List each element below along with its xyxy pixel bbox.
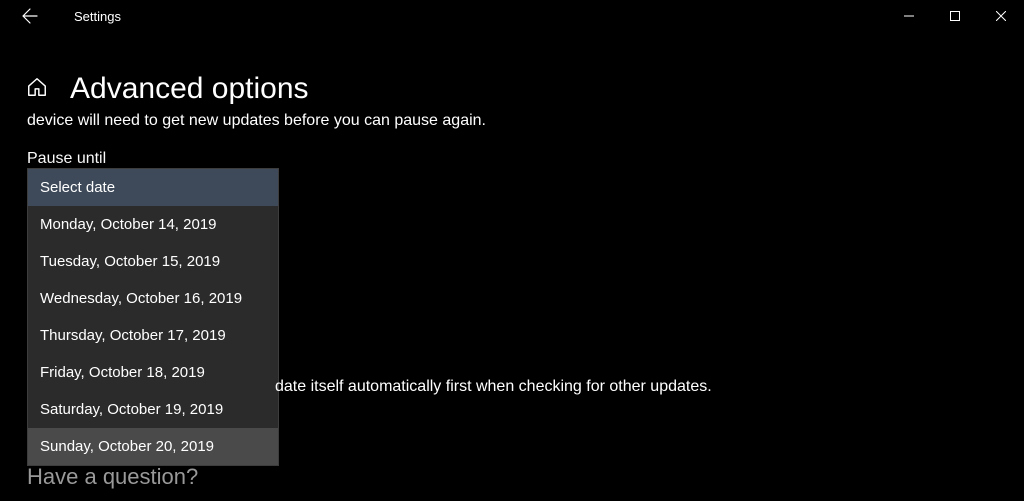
maximize-button[interactable] [932,0,978,32]
app-title: Settings [74,9,121,24]
page-header: Advanced options [26,72,1024,106]
pause-date-dropdown[interactable]: Select dateMonday, October 14, 2019Tuesd… [27,168,279,466]
back-button[interactable] [14,0,46,32]
minimize-icon [904,11,914,21]
close-button[interactable] [978,0,1024,32]
dropdown-item[interactable]: Wednesday, October 16, 2019 [28,280,278,317]
page-title: Advanced options [70,72,309,106]
maximize-icon [950,11,960,21]
window-controls [886,0,1024,32]
titlebar: Settings [0,0,1024,32]
pause-until-label: Pause until [27,150,1024,168]
dropdown-item[interactable]: Sunday, October 20, 2019 [28,428,278,465]
device-pause-text: device will need to get new updates befo… [27,112,1024,130]
dropdown-item[interactable]: Tuesday, October 15, 2019 [28,243,278,280]
dropdown-item[interactable]: Select date [28,169,278,206]
question-heading: Have a question? [27,464,198,490]
dropdown-item[interactable]: Saturday, October 19, 2019 [28,391,278,428]
auto-update-text-partial: date itself automatically first when che… [275,378,712,396]
dropdown-item[interactable]: Thursday, October 17, 2019 [28,317,278,354]
minimize-button[interactable] [886,0,932,32]
dropdown-item[interactable]: Friday, October 18, 2019 [28,354,278,391]
close-icon [996,11,1006,21]
arrow-left-icon [22,8,38,24]
dropdown-item[interactable]: Monday, October 14, 2019 [28,206,278,243]
home-icon[interactable] [26,76,48,103]
